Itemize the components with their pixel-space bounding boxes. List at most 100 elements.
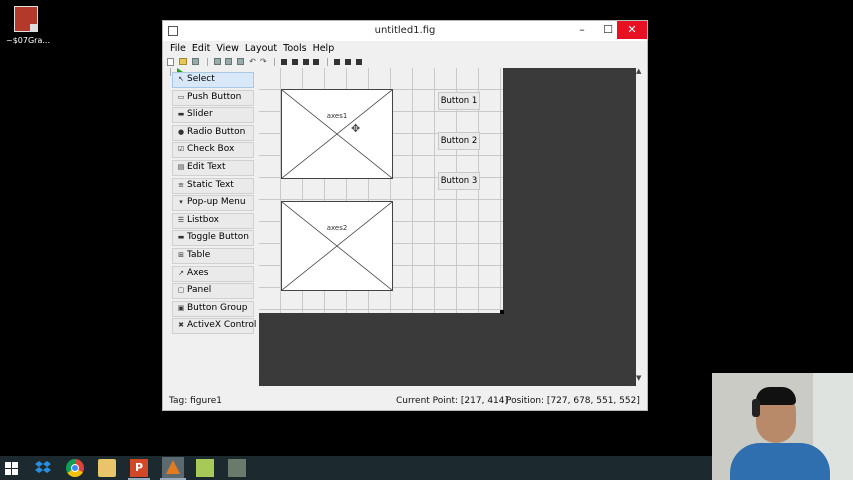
palette-item-activex-control[interactable]: ✖ ActiveX Control [172, 318, 256, 335]
palette-item-button-group[interactable]: ▣ Button Group [172, 300, 254, 317]
axes2-label: axes2 [326, 224, 348, 232]
menu-view[interactable]: View [213, 41, 242, 57]
palette-item-panel[interactable]: ▢ Panel [172, 283, 254, 300]
property-inspector-icon[interactable] [345, 58, 351, 65]
desktop-file-icon[interactable]: ~$07Gra... [6, 6, 50, 45]
palette-item-radio-button[interactable]: ● Radio Button [172, 124, 254, 141]
copy-icon[interactable] [225, 58, 233, 65]
status-current-point: Current Point: [217, 414] [396, 396, 509, 406]
file-explorer-icon[interactable] [98, 459, 116, 477]
menu-bar: File Edit View Layout Tools Help [163, 41, 647, 57]
webcam-overlay [712, 373, 853, 480]
toolbar-divider [273, 57, 275, 66]
palette-item-label: Listbox [187, 214, 220, 225]
button-3[interactable]: Button 3 [438, 172, 480, 190]
palette-item-label: Slider [187, 109, 213, 120]
object-browser-icon[interactable] [355, 58, 362, 65]
tab-order-editor-icon[interactable] [302, 58, 309, 65]
palette-item-table[interactable]: ⊞ Table [172, 247, 254, 264]
arrow-cursor-icon: ↖ [178, 75, 184, 83]
scroll-left-icon[interactable]: ‹ [261, 380, 264, 389]
notes-app-icon[interactable] [196, 459, 214, 477]
open-folder-icon[interactable] [178, 58, 187, 65]
component-palette: ↖ Select ▭ Push Button ▬ Slider ● Radio Butt… [172, 72, 256, 336]
save-icon[interactable] [191, 58, 199, 65]
minimize-button[interactable]: – [569, 21, 595, 39]
button-2[interactable]: Button 2 [438, 132, 480, 150]
powerpoint-icon[interactable]: P [130, 459, 148, 477]
move-cursor-icon: ✥ [351, 122, 361, 135]
toolbar-divider [206, 57, 208, 66]
status-tag: Tag: figure1 [169, 396, 222, 406]
toolbar-editor-icon[interactable] [313, 58, 320, 65]
palette-item-label: Check Box [187, 144, 235, 155]
palette-item-label: Toggle Button [187, 232, 249, 243]
close-button[interactable]: ✕ [617, 21, 647, 39]
redo-icon[interactable]: ↷ [260, 58, 267, 66]
palette-item-slider[interactable]: ▬ Slider [172, 107, 254, 124]
axes1-label: axes1 [326, 112, 348, 120]
desktop-file-label: ~$07Gra... [6, 36, 50, 45]
button-1[interactable]: Button 1 [438, 92, 480, 110]
palette-item-label: Static Text [187, 179, 234, 190]
menu-edit[interactable]: Edit [189, 41, 213, 57]
menu-file[interactable]: File [167, 41, 189, 57]
palette-item-toggle-button[interactable]: ▬ Toggle Button [172, 230, 254, 247]
powerpoint-file-icon [14, 6, 38, 32]
title-bar[interactable]: untitled1.fig – ☐ ✕ [163, 21, 647, 41]
chrome-icon[interactable] [66, 459, 84, 477]
undo-icon[interactable]: ↶ [249, 58, 256, 66]
axes2-placeholder[interactable]: axes2 [281, 201, 393, 291]
menu-help[interactable]: Help [310, 41, 338, 57]
windows-start-icon[interactable] [5, 462, 18, 475]
menu-editor-icon[interactable] [291, 58, 298, 65]
palette-item-axes[interactable]: ↗ Axes [172, 265, 254, 282]
dropbox-icon[interactable] [34, 459, 52, 477]
headset-icon [752, 399, 760, 417]
guide-window: untitled1.fig – ☐ ✕ File Edit View Layout To… [162, 20, 648, 411]
button-group-icon: ▣ [177, 303, 185, 312]
panel-icon: ▢ [177, 286, 185, 295]
axes2-cross-lines [282, 202, 392, 290]
status-bar: Tag: figure1 Current Point: [217, 414] P… [163, 394, 647, 410]
scroll-down-icon[interactable]: ▼ [636, 374, 641, 382]
palette-item-popup-menu[interactable]: ▾ Pop-up Menu [172, 195, 254, 212]
menu-layout[interactable]: Layout [242, 41, 280, 57]
palette-item-push-button[interactable]: ▭ Push Button [172, 89, 254, 106]
palette-item-static-text[interactable]: ≡ Static Text [172, 177, 254, 194]
figure-resize-handle[interactable] [500, 310, 504, 314]
toolbar-divider [170, 67, 171, 76]
menu-tools[interactable]: Tools [280, 41, 309, 57]
push-button-icon: ▭ [177, 92, 185, 101]
axes1-cross-lines [282, 90, 392, 178]
paste-icon[interactable] [237, 58, 245, 65]
palette-item-check-box[interactable]: ☑ Check Box [172, 142, 254, 159]
check-box-icon: ☑ [177, 145, 185, 154]
presenter-body [730, 443, 830, 480]
palette-item-select[interactable]: ↖ Select [172, 72, 254, 88]
palette-item-label: Axes [187, 267, 209, 278]
horizontal-scrollbar[interactable]: ‹ › [259, 380, 636, 390]
scroll-right-icon[interactable]: › [629, 380, 632, 389]
palette-item-label: Push Button [187, 91, 242, 102]
presenter-hair [756, 387, 796, 405]
edit-text-icon: ▤ [177, 162, 185, 171]
mfile-editor-icon[interactable] [334, 58, 341, 65]
recycle-bin-icon[interactable] [228, 459, 246, 477]
align-objects-icon[interactable] [280, 58, 287, 65]
scroll-up-icon[interactable]: ▲ [636, 67, 641, 75]
palette-item-edit-text[interactable]: ▤ Edit Text [172, 159, 254, 176]
new-file-icon[interactable] [167, 57, 174, 66]
toolbar-divider [327, 57, 329, 66]
palette-item-label: Panel [187, 285, 212, 296]
toolbar: ↶ ↷ [167, 57, 367, 76]
toggle-button-icon: ▬ [177, 233, 185, 242]
axes1-placeholder[interactable]: axes1 [281, 89, 393, 179]
radio-button-icon: ● [177, 127, 185, 136]
popup-menu-icon: ▾ [179, 198, 183, 207]
matlab-icon[interactable] [162, 457, 184, 479]
cut-icon[interactable] [213, 58, 221, 65]
palette-item-listbox[interactable]: ☰ Listbox [172, 212, 254, 229]
palette-item-label: Button Group [187, 302, 248, 313]
axes-icon: ↗ [178, 268, 184, 277]
